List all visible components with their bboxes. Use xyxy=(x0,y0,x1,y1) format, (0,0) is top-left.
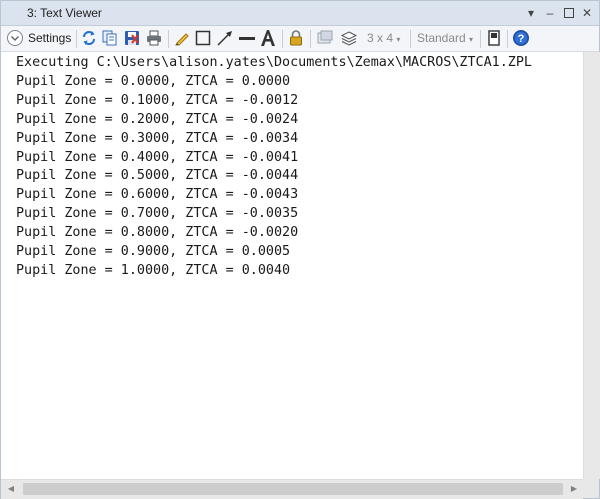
layers-icon[interactable] xyxy=(340,29,360,48)
text-line: Pupil Zone = 1.0000, ZTCA = 0.0040 xyxy=(16,262,291,278)
rectangle-icon[interactable] xyxy=(194,29,214,48)
toolbar-separator xyxy=(168,30,169,48)
horizontal-scroll-thumb[interactable] xyxy=(23,483,563,495)
toolbar-separator xyxy=(282,30,283,48)
settings-chevron-icon[interactable] xyxy=(6,29,26,48)
maximize-icon xyxy=(564,8,574,18)
text-tool-icon[interactable] xyxy=(259,29,279,48)
close-button[interactable]: ✕ xyxy=(578,4,596,22)
text-output[interactable]: Executing C:\Users\alison.yates\Document… xyxy=(1,52,583,479)
save-icon[interactable] xyxy=(123,29,143,48)
title-bar: 3: Text Viewer ▾ ‒ ✕ xyxy=(1,1,599,26)
scroll-left-icon[interactable]: ◀ xyxy=(4,484,18,493)
layout-dropdown-label: 3 x 4 xyxy=(367,31,394,45)
text-line: Pupil Zone = 0.5000, ZTCA = -0.0044 xyxy=(16,168,299,184)
chevron-down-icon: ▾ xyxy=(469,35,474,44)
text-line: Pupil Zone = 0.4000, ZTCA = -0.0041 xyxy=(16,149,299,165)
toolbar-separator xyxy=(410,30,411,48)
arrow-tool-icon[interactable] xyxy=(216,29,236,48)
scroll-right-icon[interactable]: ▶ xyxy=(567,484,581,493)
help-icon[interactable]: ? xyxy=(512,29,532,48)
print-icon[interactable] xyxy=(145,29,165,48)
horizontal-scrollbar[interactable]: ◀ ▶ xyxy=(1,479,583,499)
text-line: Pupil Zone = 0.7000, ZTCA = -0.0035 xyxy=(16,206,299,222)
text-line: Pupil Zone = 0.3000, ZTCA = -0.0034 xyxy=(16,130,299,146)
refresh-icon[interactable] xyxy=(80,29,100,48)
maximize-button[interactable] xyxy=(560,4,578,22)
pencil-icon[interactable] xyxy=(173,29,193,48)
settings-button[interactable]: Settings xyxy=(28,31,71,45)
toolbar-separator xyxy=(310,30,311,48)
text-line: Executing C:\Users\alison.yates\Document… xyxy=(16,55,532,70)
toolbar-separator xyxy=(480,30,481,48)
copy-icon[interactable] xyxy=(101,29,121,48)
lock-icon[interactable] xyxy=(287,29,307,48)
text-line: Pupil Zone = 0.2000, ZTCA = -0.0024 xyxy=(16,111,299,127)
text-line: Pupil Zone = 0.9000, ZTCA = 0.0005 xyxy=(16,244,291,260)
window-layout-icon[interactable] xyxy=(316,29,336,48)
standard-dropdown[interactable]: Standard ▾ xyxy=(417,31,473,45)
window-title: 3: Text Viewer xyxy=(27,6,102,20)
text-line: Pupil Zone = 0.0000, ZTCA = 0.0000 xyxy=(16,73,291,89)
text-lines: Executing C:\Users\alison.yates\Document… xyxy=(16,54,532,281)
layout-dropdown[interactable]: 3 x 4 ▾ xyxy=(367,31,400,45)
svg-text:?: ? xyxy=(518,33,525,45)
toolbar-separator xyxy=(507,30,508,48)
scrollbar-corner xyxy=(583,479,599,498)
text-line: Pupil Zone = 0.6000, ZTCA = -0.0043 xyxy=(16,187,299,203)
chevron-down-icon: ▾ xyxy=(396,35,401,44)
dropdown-icon[interactable]: ▾ xyxy=(522,4,540,22)
vertical-scrollbar[interactable] xyxy=(583,52,600,479)
text-line: Pupil Zone = 0.8000, ZTCA = -0.0020 xyxy=(16,225,299,241)
window-icon[interactable] xyxy=(485,29,505,48)
toolbar-separator xyxy=(76,30,77,48)
toolbar: Settings 3 x 4 ▾ Standard ▾ ? xyxy=(1,26,599,52)
line-tool-icon[interactable] xyxy=(238,29,258,48)
standard-dropdown-label: Standard xyxy=(417,31,466,45)
minimize-button[interactable]: ‒ xyxy=(541,4,559,22)
text-line: Pupil Zone = 0.1000, ZTCA = -0.0012 xyxy=(16,92,299,108)
text-viewer-window: 3: Text Viewer ▾ ‒ ✕ Settings 3 x 4 ▾ St… xyxy=(0,0,600,499)
